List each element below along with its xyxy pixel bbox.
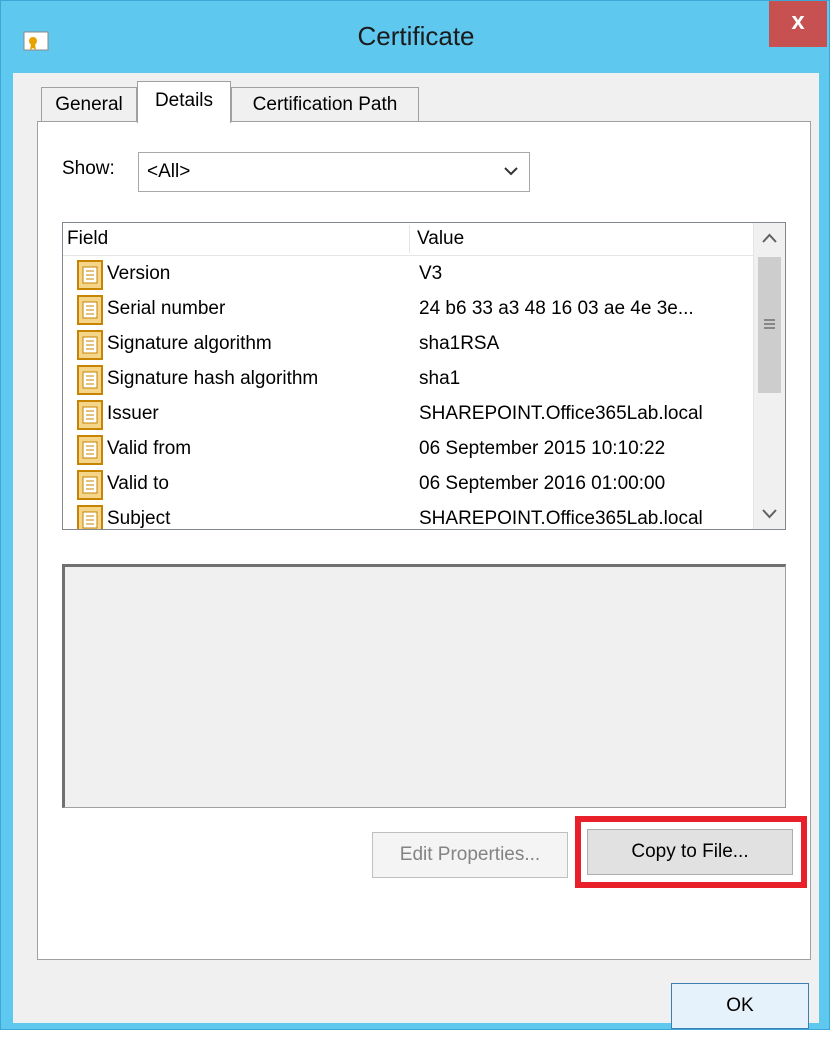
row-field: Signature hash algorithm [107,368,319,389]
list-row-issuer[interactable]: Issuer SHAREPOINT.Office365Lab.local [63,397,753,432]
row-value: 06 September 2016 01:00:00 [419,473,666,494]
row-value: 06 September 2015 10:10:22 [419,438,666,459]
certificate-fields-list[interactable]: Field Value Version V3 Serial number 24 … [62,222,786,530]
row-value: sha1RSA [419,333,500,354]
scrollbar-thumb[interactable] [758,257,781,393]
window-title: Certificate [357,21,475,51]
row-value: SHAREPOINT.Office365Lab.local [419,508,703,529]
list-row-signature-hash-algorithm[interactable]: Signature hash algorithm sha1 [63,362,753,397]
field-icon [77,330,103,360]
field-detail-textbox[interactable] [62,564,786,808]
row-field: Valid to [107,473,169,494]
ok-button[interactable]: OK [671,983,809,1029]
tab-certification-path[interactable]: Certification Path [231,87,419,121]
tab-general[interactable]: General [41,87,137,121]
list-row-version[interactable]: Version V3 [63,257,753,292]
row-field: Issuer [107,403,159,424]
chevron-down-icon [504,167,518,176]
certificate-window: Certificate x General Details Certificat… [0,0,830,1030]
close-button[interactable]: x [769,1,827,47]
field-icon [77,400,103,430]
row-field: Version [107,263,171,284]
list-row-valid-to[interactable]: Valid to 06 September 2016 01:00:00 [63,467,753,502]
list-header: Field Value [63,223,753,256]
column-header-field[interactable]: Field [63,223,409,255]
list-row-signature-algorithm[interactable]: Signature algorithm sha1RSA [63,327,753,362]
edit-properties-button[interactable]: Edit Properties... [372,832,568,878]
list-row-serial-number[interactable]: Serial number 24 b6 33 a3 48 16 03 ae 4e… [63,292,753,327]
field-icon [77,295,103,325]
field-icon [77,435,103,465]
show-dropdown[interactable]: <All> [138,152,530,192]
list-row-subject[interactable]: Subject SHAREPOINT.Office365Lab.local [63,502,753,529]
field-icon [77,365,103,395]
title-bar[interactable]: Certificate x [1,1,830,73]
copy-to-file-button[interactable]: Copy to File... [587,829,793,875]
dialog-body: General Details Certification Path Show:… [13,73,819,1029]
row-value: sha1 [419,368,461,389]
show-label: Show: [62,158,115,179]
scroll-up-icon[interactable] [754,223,785,255]
row-value: V3 [419,263,443,284]
row-value: SHAREPOINT.Office365Lab.local [419,403,703,424]
column-header-value[interactable]: Value [413,223,753,255]
column-separator[interactable] [409,225,410,253]
row-field: Valid from [107,438,192,459]
row-field: Subject [107,508,171,529]
field-icon [77,505,103,529]
vertical-scrollbar[interactable] [753,223,785,529]
tab-details[interactable]: Details [137,81,231,123]
list-row-valid-from[interactable]: Valid from 06 September 2015 10:10:22 [63,432,753,467]
row-field: Serial number [107,298,226,319]
field-icon [77,470,103,500]
grip-icon [764,319,775,329]
details-panel: Show: <All> Field Value Version V3 Seria… [37,121,811,960]
show-dropdown-value: <All> [147,161,191,182]
field-icon [77,260,103,290]
scroll-down-icon[interactable] [754,497,785,529]
row-field: Signature algorithm [107,333,272,354]
row-value: 24 b6 33 a3 48 16 03 ae 4e 3e... [419,298,694,319]
